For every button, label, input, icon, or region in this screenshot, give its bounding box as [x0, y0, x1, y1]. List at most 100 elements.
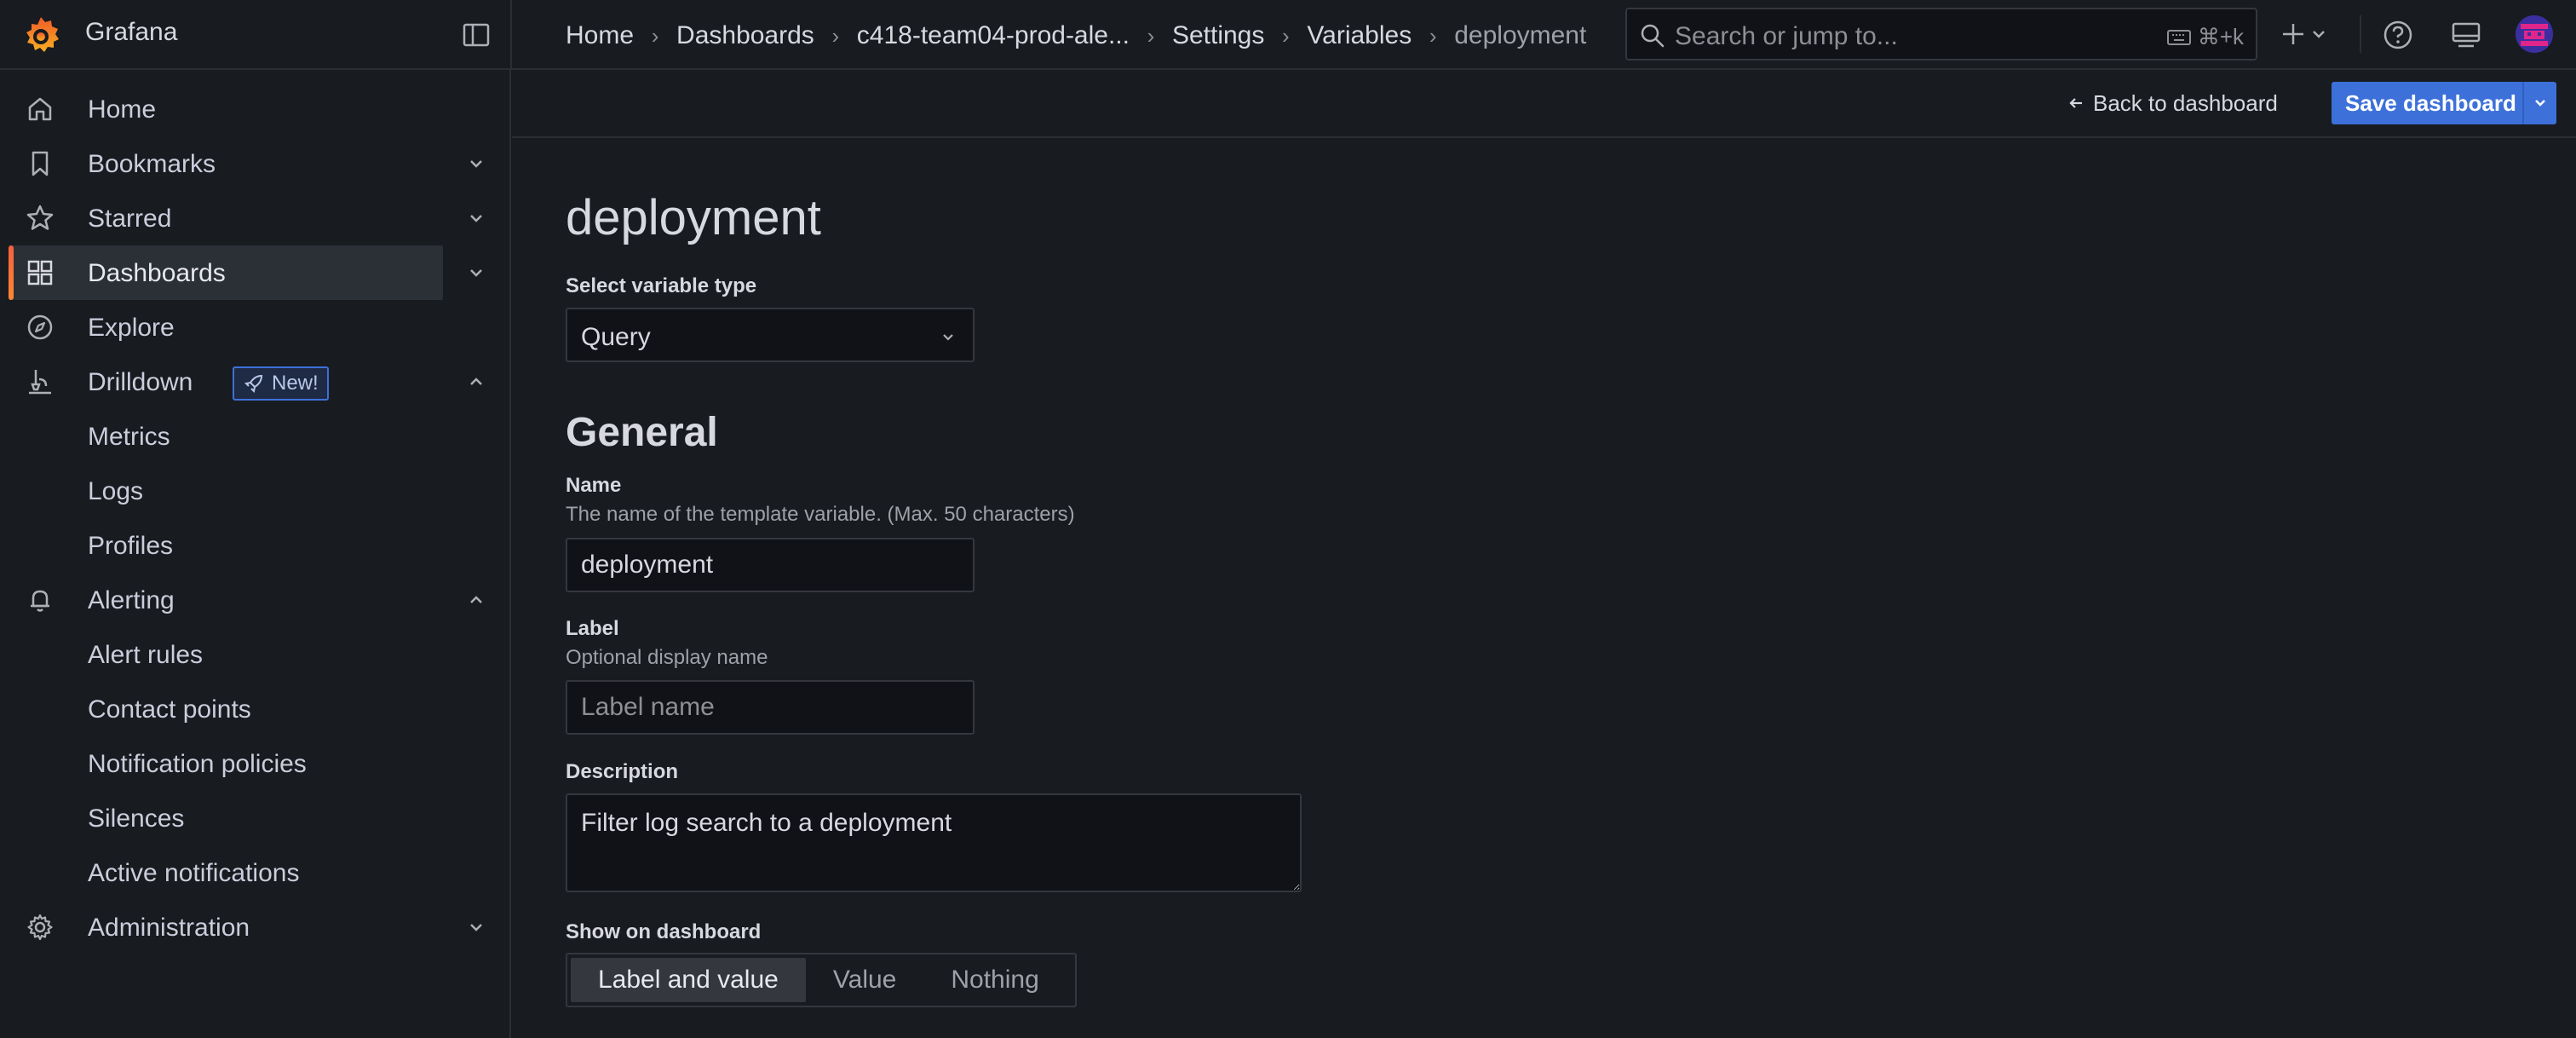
breadcrumb-variables[interactable]: Variables	[1307, 21, 1412, 50]
chevron-down-icon[interactable]	[467, 918, 486, 937]
dock-menu-icon[interactable]	[462, 20, 491, 49]
sidebar-item-drilldown[interactable]: Drilldown New!	[9, 355, 443, 409]
shortcut-text: ⌘+k	[2197, 24, 2244, 49]
label-input[interactable]	[566, 680, 975, 735]
sidebar-item-dashboards[interactable]: Dashboards	[9, 245, 443, 300]
save-dashboard-button[interactable]: Save dashboard	[2332, 82, 2556, 124]
sidebar-item-label: Notification policies	[88, 750, 307, 778]
sidebar-item-label: Administration	[88, 914, 250, 942]
chevron-down-icon[interactable]	[467, 154, 486, 173]
chevron-down-icon[interactable]	[467, 209, 486, 228]
sidebar-item-label: Alert rules	[88, 641, 204, 669]
chevron-right-icon: ›	[1429, 22, 1437, 49]
keyboard-icon	[2166, 29, 2191, 45]
plus-icon	[2283, 24, 2303, 44]
description-label: Description	[566, 760, 679, 783]
breadcrumb-current: deployment	[1454, 21, 1587, 49]
user-avatar[interactable]	[2516, 15, 2553, 53]
section-title-general: General	[566, 410, 718, 455]
show-on-dashboard-radio-group: Label and value Value Nothing	[566, 953, 1077, 1007]
name-label: Name	[566, 474, 622, 497]
sidebar-item-metrics[interactable]: Metrics	[9, 409, 443, 464]
badge-label: New!	[272, 372, 319, 395]
sidebar-item-label: Home	[88, 95, 157, 124]
chevron-down-icon	[2535, 100, 2545, 107]
top-bar: Grafana Home › Dashboards › c418-team04-…	[0, 0, 2576, 70]
save-options-button[interactable]	[2522, 82, 2556, 124]
sidebar-item-label: Dashboards	[88, 259, 226, 287]
grafana-logo-icon[interactable]	[19, 14, 63, 58]
radio-label-and-value[interactable]: Label and value	[571, 958, 806, 1002]
app-name: Grafana	[85, 18, 178, 46]
rocket-icon	[244, 374, 263, 394]
page-title: deployment	[566, 190, 821, 245]
label-description: Optional display name	[566, 646, 768, 669]
sidebar-item-label: Explore	[88, 314, 175, 342]
sidebar-item-administration[interactable]: Administration	[9, 900, 443, 954]
breadcrumb-dashboards[interactable]: Dashboards	[676, 21, 814, 50]
divider	[510, 0, 512, 70]
arrow-left-icon	[2069, 98, 2082, 108]
save-label: Save dashboard	[2345, 89, 2516, 116]
help-icon[interactable]	[2382, 19, 2414, 51]
sidebar-item-home[interactable]: Home	[9, 82, 443, 136]
sidebar-item-alert-rules[interactable]: Alert rules	[9, 627, 443, 682]
sidebar-item-alerting[interactable]: Alerting	[9, 573, 443, 627]
news-icon[interactable]	[2450, 19, 2482, 51]
main-content: Back to dashboard Save dashboard deploym…	[512, 70, 2576, 1038]
sidebar-item-label: Starred	[88, 205, 172, 233]
sidebar-item-logs[interactable]: Logs	[9, 464, 443, 518]
breadcrumb-dashboard[interactable]: c418-team04-prod-ale...	[857, 21, 1130, 50]
sidebar-item-label: Metrics	[88, 423, 170, 451]
variable-type-value: Query	[581, 323, 651, 351]
gear-icon	[27, 914, 53, 941]
sidebar-item-label: Active notifications	[88, 859, 300, 887]
sidebar-item-silences[interactable]: Silences	[9, 791, 443, 845]
chevron-right-icon: ›	[831, 22, 840, 49]
chevron-up-icon[interactable]	[467, 591, 486, 609]
grafana-app: Grafana Home › Dashboards › c418-team04-…	[0, 0, 2576, 1038]
chevron-down-icon[interactable]	[467, 263, 486, 282]
description-textarea[interactable]: Filter log search to a deployment	[566, 793, 1302, 892]
edit-toolbar: Back to dashboard Save dashboard	[512, 70, 2576, 138]
chevron-down-icon	[943, 334, 953, 341]
sidebar-item-explore[interactable]: Explore	[9, 300, 443, 355]
star-icon	[26, 205, 54, 230]
chevron-down-icon	[2313, 31, 2325, 38]
bell-icon	[31, 590, 49, 612]
search-placeholder: Search or jump to...	[1675, 22, 1898, 50]
show-on-dashboard-label: Show on dashboard	[566, 920, 762, 943]
sidebar-item-label: Silences	[88, 804, 185, 833]
radio-value[interactable]: Value	[806, 958, 924, 1002]
sidebar-item-label: Alerting	[88, 586, 175, 614]
chevron-right-icon: ›	[1147, 22, 1155, 49]
breadcrumb-home[interactable]: Home	[566, 21, 634, 50]
avatar-image-icon	[2516, 15, 2553, 53]
back-to-dashboard-button[interactable]: Back to dashboard	[2067, 84, 2278, 123]
new-button[interactable]	[2280, 17, 2339, 51]
label-label: Label	[566, 617, 619, 640]
sidebar-item-profiles[interactable]: Profiles	[9, 518, 443, 573]
sidebar-item-starred[interactable]: Starred	[9, 191, 443, 245]
home-icon	[28, 97, 52, 121]
sidebar-item-label: Profiles	[88, 532, 174, 560]
chevron-up-icon[interactable]	[467, 372, 486, 391]
sidebar-item-bookmarks[interactable]: Bookmarks	[9, 136, 443, 191]
radio-nothing[interactable]: Nothing	[923, 958, 1066, 1002]
breadcrumb-settings[interactable]: Settings	[1172, 21, 1264, 50]
drilldown-icon	[29, 370, 51, 395]
name-description: The name of the template variable. (Max.…	[566, 503, 1075, 526]
compass-icon	[27, 314, 53, 340]
search-icon	[1641, 24, 1665, 48]
sidebar-item-contact-points[interactable]: Contact points	[9, 682, 443, 736]
variable-type-select[interactable]: Query	[566, 308, 975, 362]
back-label: Back to dashboard	[2093, 89, 2278, 116]
sidebar-item-notification-policies[interactable]: Notification policies	[9, 736, 443, 791]
sidebar-item-label: Contact points	[88, 695, 251, 724]
dashboards-grid-icon	[27, 260, 53, 285]
new-badge: New!	[233, 366, 329, 401]
search-input[interactable]: Search or jump to... ⌘+k	[1625, 8, 2257, 61]
sidebar-item-label: Bookmarks	[88, 150, 216, 178]
sidebar-item-active-notifications[interactable]: Active notifications	[9, 845, 443, 900]
name-input[interactable]	[566, 538, 975, 592]
